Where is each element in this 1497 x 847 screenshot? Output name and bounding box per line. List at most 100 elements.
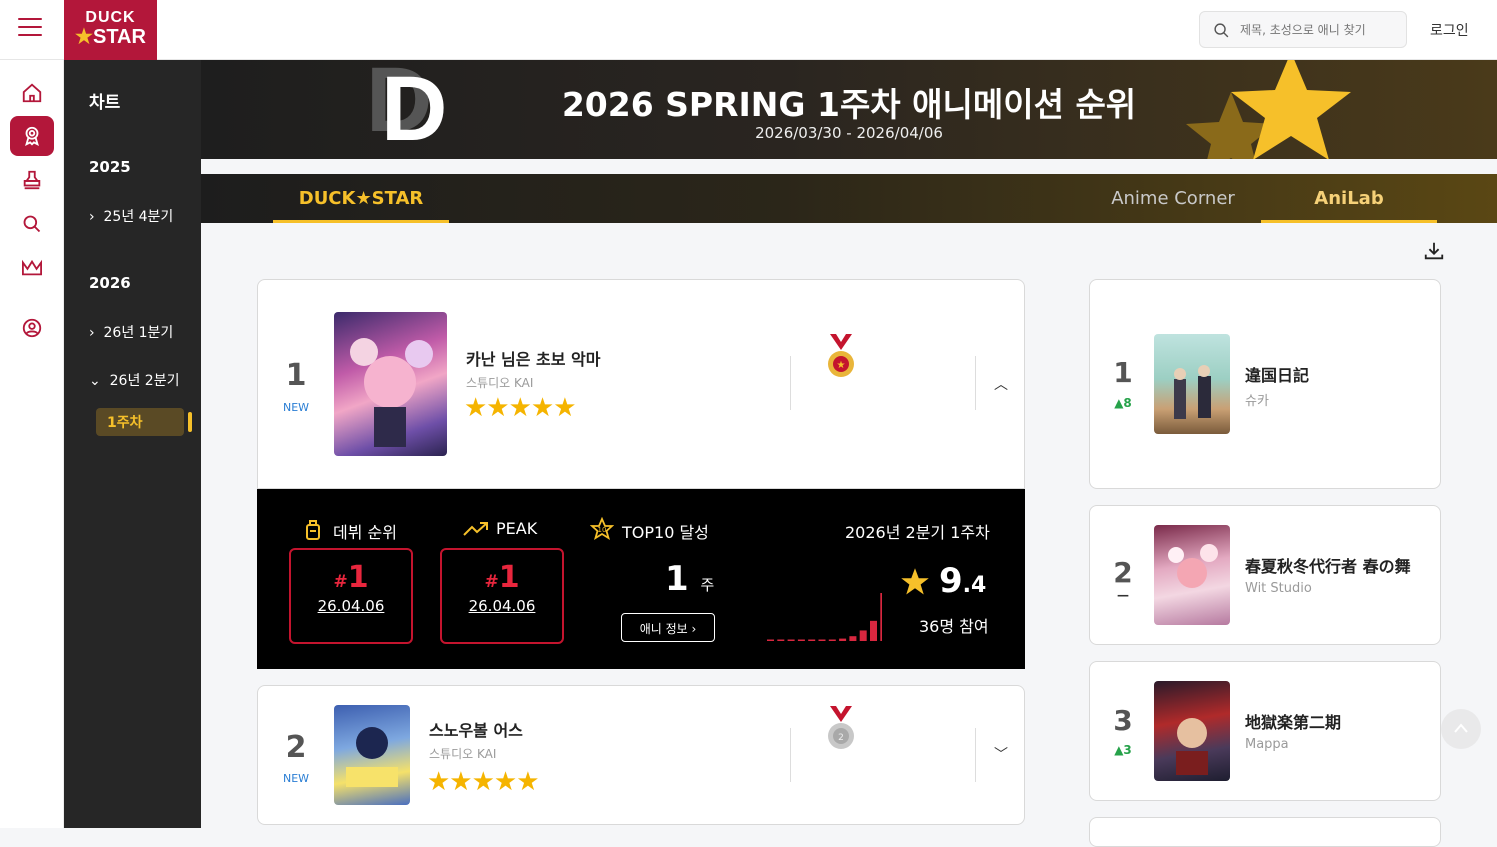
logo-line1: DUCK — [85, 9, 136, 26]
peak-date: 26.04.06 — [468, 597, 536, 615]
chart-sidebar: 차트 2025 › 25년 4분기 2026 › 26년 1분기 ⌄ 26년 2… — [64, 60, 201, 828]
sidebar-year-2025: 2025 — [89, 158, 131, 176]
svg-text:10: 10 — [598, 526, 607, 534]
side-rank-number: 2 — [1113, 556, 1133, 589]
anime-studio: 스튜디오 KAI — [429, 747, 497, 761]
poster-art-icon — [350, 338, 433, 447]
tab-anilab[interactable]: AniLab — [1261, 174, 1437, 223]
duckstar-logo[interactable]: DUCK ★STAR — [64, 0, 157, 60]
stamp-icon[interactable] — [10, 160, 54, 200]
gold-medal-icon: ★ — [828, 334, 854, 377]
side-anime-poster[interactable] — [1154, 525, 1230, 625]
search-box[interactable] — [1199, 11, 1407, 48]
rank-number: 1 — [285, 358, 307, 393]
silver-medal-icon: 2 — [828, 706, 854, 749]
peak-hash: # — [484, 572, 499, 592]
side-anime-title[interactable]: 春夏秋冬代行者 春の舞 — [1245, 553, 1411, 577]
side-anime-poster[interactable] — [1154, 681, 1230, 781]
chevron-up-icon — [1454, 723, 1468, 733]
side-anime-title[interactable]: 違国日記 — [1245, 362, 1309, 386]
debut-hash: # — [333, 572, 348, 592]
expand-chevron-icon[interactable]: ﹀ — [994, 744, 1008, 764]
collapse-chevron-icon[interactable]: ︿ — [994, 374, 1008, 394]
vote-bar — [787, 639, 795, 641]
side-rank-number: 1 — [1113, 356, 1133, 389]
top10-label: TOP10 달성 — [622, 523, 709, 542]
scroll-to-top-button[interactable] — [1441, 709, 1481, 749]
anime-info-button[interactable]: 애니 정보 › — [621, 613, 715, 642]
vote-count: 36명 참여 — [919, 617, 989, 636]
chart-source-tabs: DUCK★STAR Anime Corner AniLab — [201, 174, 1497, 223]
top10-star-icon: 10 — [590, 517, 614, 540]
ranking-card-1[interactable]: 1 NEW 카난 님은 초보 악마 스튜디오 KAI ★★★★★ ★ ︿ — [257, 279, 1025, 489]
vote-bar — [859, 630, 867, 641]
vote-bar — [797, 639, 805, 641]
award-icon[interactable] — [10, 116, 54, 156]
vote-bar — [828, 639, 836, 641]
download-icon[interactable] — [1423, 240, 1445, 262]
average-score: 9.4 — [939, 561, 986, 601]
top10-weeks-unit: 주 — [700, 576, 715, 594]
side-ranking-card-2[interactable]: 2 — 春夏秋冬代行者 春の舞 Wit Studio — [1089, 505, 1441, 645]
icon-rail — [0, 60, 64, 828]
vote-bar — [808, 639, 816, 641]
login-button[interactable]: 로그인 — [1430, 20, 1469, 40]
svg-text:2: 2 — [838, 733, 844, 743]
poster-art-icon — [1174, 365, 1211, 419]
tab-anime-corner[interactable]: Anime Corner — [1081, 174, 1265, 223]
sidebar-item-26-q2[interactable]: ⌄ 26년 2분기 — [89, 370, 179, 390]
ranking-detail-panel: 데뷔 순위 PEAK 10 TOP10 달성 #1 26.04.06 #1 26… — [257, 489, 1025, 669]
top-bar: DUCK ★STAR 로그인 — [0, 0, 1497, 60]
rank-change-badge: NEW — [282, 401, 310, 414]
top10-weeks-count: 1 — [665, 559, 689, 599]
hero-date-range: 2026/03/30 - 2026/04/06 — [755, 124, 943, 142]
hamburger-menu-icon[interactable] — [18, 18, 42, 38]
search-icon[interactable] — [10, 204, 54, 244]
sidebar-year-2026: 2026 — [89, 274, 131, 292]
crown-icon[interactable] — [10, 248, 54, 288]
rank-change-badge: NEW — [282, 772, 310, 785]
side-rank-number: 3 — [1113, 704, 1133, 737]
vote-bar — [818, 639, 826, 641]
rating-stars: ★★★★★ — [464, 393, 577, 423]
rank-number: 2 — [285, 730, 307, 765]
user-icon[interactable] — [10, 308, 54, 348]
anime-title[interactable]: 카난 님은 초보 악마 — [466, 346, 600, 370]
side-rank-change: — — [1117, 588, 1129, 602]
anime-info-label: 애니 정보 — [639, 622, 688, 636]
tab-duckstar[interactable]: DUCK★STAR — [273, 174, 449, 223]
side-rank-change: ▲3 — [1114, 743, 1132, 757]
divider — [790, 728, 791, 782]
side-anime-poster[interactable] — [1154, 334, 1230, 434]
search-input[interactable] — [1240, 20, 1400, 40]
side-ranking-card-4[interactable] — [1089, 817, 1441, 847]
rating-stars: ★★★★★ — [427, 767, 540, 797]
poster-art-icon — [346, 727, 398, 787]
sidebar-item-week-1[interactable]: 1주차 — [96, 408, 184, 436]
active-indicator — [188, 412, 192, 432]
score-integer: 9 — [939, 561, 963, 601]
ranking-card-2[interactable]: 2 NEW 스노우볼 어스 스튜디오 KAI ★★★★★ 2 ﹀ — [257, 685, 1025, 825]
sidebar-title: 차트 — [89, 93, 121, 113]
sidebar-item-26-q1[interactable]: › 26년 1분기 — [89, 322, 173, 342]
vote-bar — [849, 636, 857, 641]
side-anime-studio: Wit Studio — [1245, 581, 1312, 596]
vote-distribution-chart — [767, 593, 882, 641]
sidebar-item-25-q4[interactable]: › 25년 4분기 — [89, 206, 173, 226]
logo-line2: STAR — [92, 26, 146, 48]
season-week-label: 2026년 2분기 1주차 — [845, 523, 990, 542]
vote-bar — [767, 639, 774, 641]
anime-poster[interactable] — [334, 705, 410, 805]
side-ranking-card-1[interactable]: 1 ▲8 違国日記 슈카 — [1089, 279, 1441, 489]
anime-title[interactable]: 스노우볼 어스 — [429, 717, 523, 741]
side-anime-studio: Mappa — [1245, 737, 1289, 752]
hero-title: 2026 SPRING 1주차 애니메이션 순위 — [561, 85, 1137, 124]
peak-rank: 1 — [498, 560, 520, 595]
anime-poster[interactable] — [334, 312, 447, 456]
debut-date: 26.04.06 — [317, 597, 385, 615]
side-anime-title[interactable]: 地獄楽第二期 — [1245, 709, 1341, 733]
poster-art-icon — [1176, 718, 1208, 775]
side-ranking-card-3[interactable]: 3 ▲3 地獄楽第二期 Mappa — [1089, 661, 1441, 801]
home-icon[interactable] — [10, 73, 54, 113]
svg-text:★: ★ — [837, 360, 846, 371]
